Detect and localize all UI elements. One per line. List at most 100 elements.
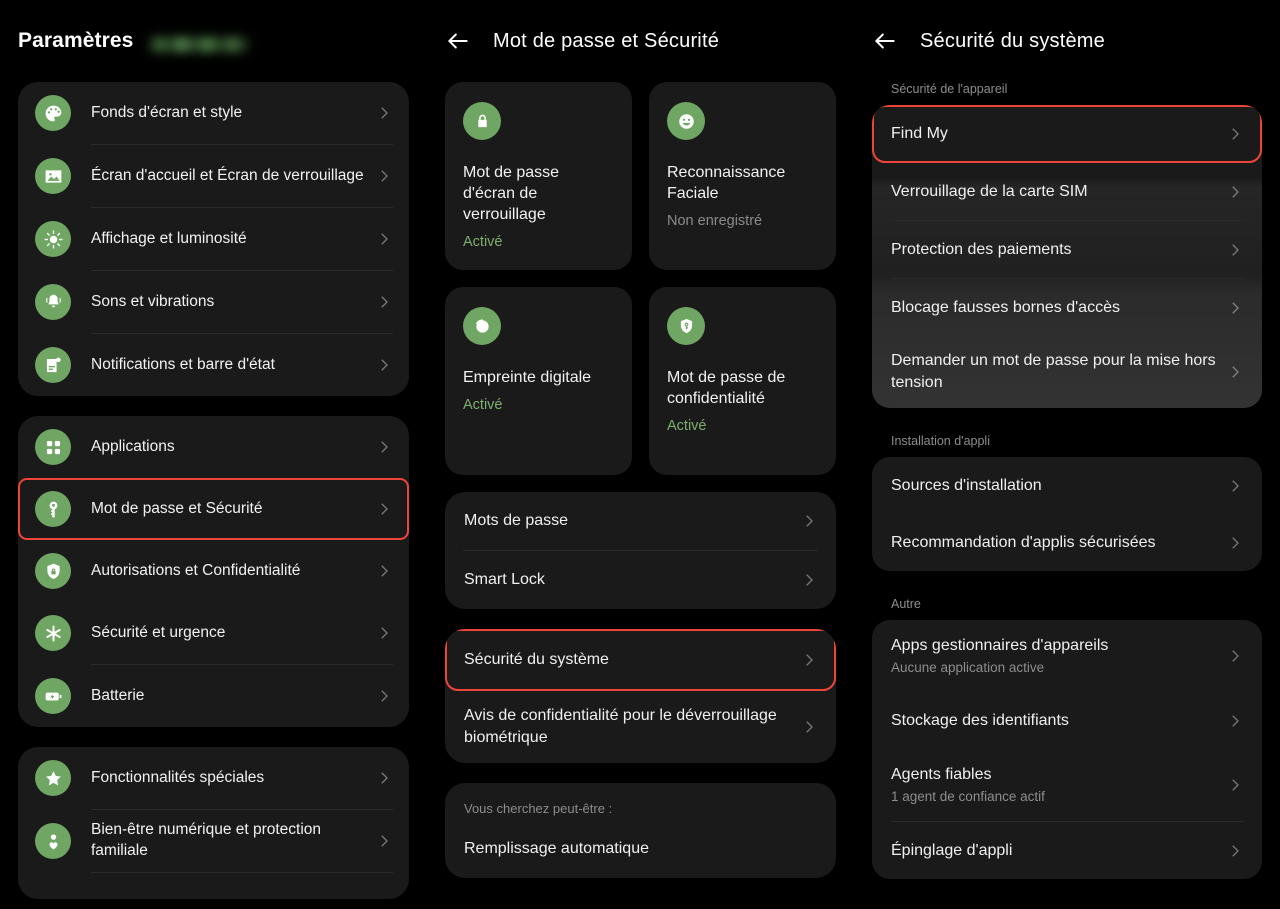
sidebar-item-notifications-statusbar[interactable]: Notifications et barre d'état	[18, 334, 409, 396]
other-group: Apps gestionnaires d'appareils Aucune ap…	[872, 620, 1262, 879]
tile-status: Activé	[667, 418, 707, 435]
list-item-sim-lock[interactable]: Verrouillage de la carte SIM	[872, 163, 1262, 220]
list-item-title: Agents fiables	[891, 765, 992, 783]
page-title: Paramètres	[18, 29, 134, 52]
tile-face-recognition[interactable]: Reconnaissance Faciale Non enregistré	[649, 82, 836, 270]
list-item-secure-app-recommendation[interactable]: Recommandation d'applis sécurisées	[872, 514, 1262, 571]
chevron-right-icon	[375, 167, 393, 185]
chevron-right-icon	[800, 651, 818, 669]
shield-lock-icon	[35, 553, 71, 589]
chevron-right-icon	[1226, 842, 1244, 860]
tile-privacy-password[interactable]: Mot de passe de confidentialité Activé	[649, 287, 836, 475]
three-panel-screenshot: Paramètres Fonds d'écran et style Écran …	[0, 0, 1280, 909]
section-caption-other: Autre	[891, 597, 921, 611]
lock-icon	[463, 102, 501, 140]
sidebar-item-label: Autorisations et Confidentialité	[91, 561, 301, 579]
suggestion-item-autofill[interactable]: Remplissage automatique	[464, 840, 817, 858]
list-item-label: Smart Lock	[464, 571, 545, 589]
list-item-label: Verrouillage de la carte SIM	[891, 182, 1088, 200]
chevron-right-icon	[800, 512, 818, 530]
chevron-right-icon	[1226, 477, 1244, 495]
list-item-label: Sécurité du système	[464, 651, 609, 669]
list-item-install-sources[interactable]: Sources d'installation	[872, 457, 1262, 514]
chevron-right-icon	[1226, 647, 1244, 665]
sidebar-item-label: Applications	[91, 437, 175, 455]
settings-header: Paramètres	[0, 0, 427, 82]
sidebar-item-label: Écran d'accueil et Écran de verrouillage	[91, 166, 364, 184]
fingerprint-icon	[463, 307, 501, 345]
sidebar-item-special-features[interactable]: Fonctionnalités spéciales	[18, 747, 409, 809]
chevron-right-icon	[375, 438, 393, 456]
page-title: Sécurité du système	[920, 29, 1105, 52]
list-item-label: Mots de passe	[464, 512, 569, 530]
sidebar-item-label: Affichage et luminosité	[91, 229, 247, 247]
chevron-right-icon	[375, 356, 393, 374]
section-caption-device-security: Sécurité de l'appareil	[891, 82, 1008, 96]
list-item-password-for-poweroff[interactable]: Demander un mot de passe pour la mise ho…	[872, 336, 1262, 408]
settings-panel: Paramètres Fonds d'écran et style Écran …	[0, 0, 427, 909]
brightness-icon	[35, 221, 71, 257]
list-item-subtitle: Aucune application active	[891, 660, 1045, 676]
palette-icon	[35, 95, 71, 131]
list-item-label: Demander un mot de passe pour la mise ho…	[891, 352, 1216, 391]
sidebar-item-password-security[interactable]: Mot de passe et Sécurité	[18, 478, 409, 540]
sidebar-item-homescreen-lockscreen[interactable]: Écran d'accueil et Écran de verrouillage	[18, 145, 409, 207]
sidebar-item-applications[interactable]: Applications	[18, 416, 409, 478]
tile-status: Activé	[463, 234, 503, 251]
system-security-panel: Sécurité du système Sécurité de l'appare…	[854, 0, 1280, 909]
tile-lockscreen-password[interactable]: Mot de passe d'écran de verrouillage Act…	[445, 82, 632, 270]
chevron-right-icon	[375, 230, 393, 248]
list-item-find-my[interactable]: Find My	[872, 105, 1262, 163]
person-heart-icon	[35, 823, 71, 859]
chevron-right-icon	[1226, 241, 1244, 259]
list-item-label: Épinglage d'appli	[891, 841, 1013, 859]
key-icon	[35, 491, 71, 527]
tile-status: Non enregistré	[667, 213, 763, 230]
list-item-payment-protection[interactable]: Protection des paiements	[872, 221, 1262, 278]
sidebar-item-display-brightness[interactable]: Affichage et luminosité	[18, 208, 409, 270]
sidebar-item-label: Fonctionnalités spéciales	[91, 768, 265, 786]
back-arrow-icon[interactable]	[872, 28, 898, 54]
grid-icon	[35, 429, 71, 465]
device-security-group: Find My Verrouillage de la carte SIM Pro…	[872, 105, 1262, 408]
sidebar-item-permissions-privacy[interactable]: Autorisations et Confidentialité	[18, 540, 409, 602]
list-item-fake-base-station-block[interactable]: Blocage fausses bornes d'accès	[872, 279, 1262, 336]
list-item-passwords[interactable]: Mots de passe	[445, 492, 836, 550]
back-arrow-icon[interactable]	[445, 28, 471, 54]
chevron-right-icon	[1226, 183, 1244, 201]
chevron-right-icon	[375, 500, 393, 518]
chevron-right-icon	[1226, 534, 1244, 552]
sidebar-item-battery[interactable]: Batterie	[18, 665, 409, 727]
sidebar-item-wallpaper[interactable]: Fonds d'écran et style	[18, 82, 409, 144]
sidebar-item-digital-wellbeing[interactable]: Bien-être numérique et protection famili…	[18, 810, 409, 872]
tile-fingerprint[interactable]: Empreinte digitale Activé	[445, 287, 632, 475]
notification-icon	[35, 347, 71, 383]
star-icon	[35, 760, 71, 796]
chevron-right-icon	[375, 562, 393, 580]
password-list-group-1: Mots de passe Smart Lock	[445, 492, 836, 609]
sidebar-item-sounds-vibration[interactable]: Sons et vibrations	[18, 271, 409, 333]
face-icon	[667, 102, 705, 140]
list-item-credential-storage[interactable]: Stockage des identifiants	[872, 692, 1262, 749]
page-title: Mot de passe et Sécurité	[493, 29, 720, 52]
list-item-label: Recommandation d'applis sécurisées	[891, 533, 1156, 551]
list-item-biometric-privacy-notice[interactable]: Avis de confidentialité pour le déverrou…	[445, 691, 836, 763]
sidebar-item-label: Fonds d'écran et style	[91, 103, 243, 121]
asterisk-icon	[35, 615, 71, 651]
password-list-group-2: Sécurité du système Avis de confidential…	[445, 629, 836, 763]
list-item-system-security[interactable]: Sécurité du système	[445, 629, 836, 691]
list-item-subtitle: 1 agent de confiance actif	[891, 789, 1045, 805]
list-item-smart-lock[interactable]: Smart Lock	[445, 551, 836, 609]
list-item-label: Avis de confidentialité pour le déverrou…	[464, 707, 777, 746]
list-item-app-pinning[interactable]: Épinglage d'appli	[872, 822, 1262, 879]
tile-title: Mot de passe d'écran de verrouillage	[463, 164, 560, 224]
app-installation-group: Sources d'installation Recommandation d'…	[872, 457, 1262, 571]
sidebar-item-safety-emergency[interactable]: Sécurité et urgence	[18, 602, 409, 664]
tile-status: Activé	[463, 397, 503, 414]
chevron-right-icon	[1226, 363, 1244, 381]
chevron-right-icon	[375, 624, 393, 642]
list-item-device-admin-apps[interactable]: Apps gestionnaires d'appareils Aucune ap…	[872, 620, 1262, 692]
list-item-trust-agents[interactable]: Agents fiables 1 agent de confiance acti…	[872, 749, 1262, 821]
system-security-header: Sécurité du système	[854, 0, 1280, 82]
list-item-label: Blocage fausses bornes d'accès	[891, 298, 1120, 316]
